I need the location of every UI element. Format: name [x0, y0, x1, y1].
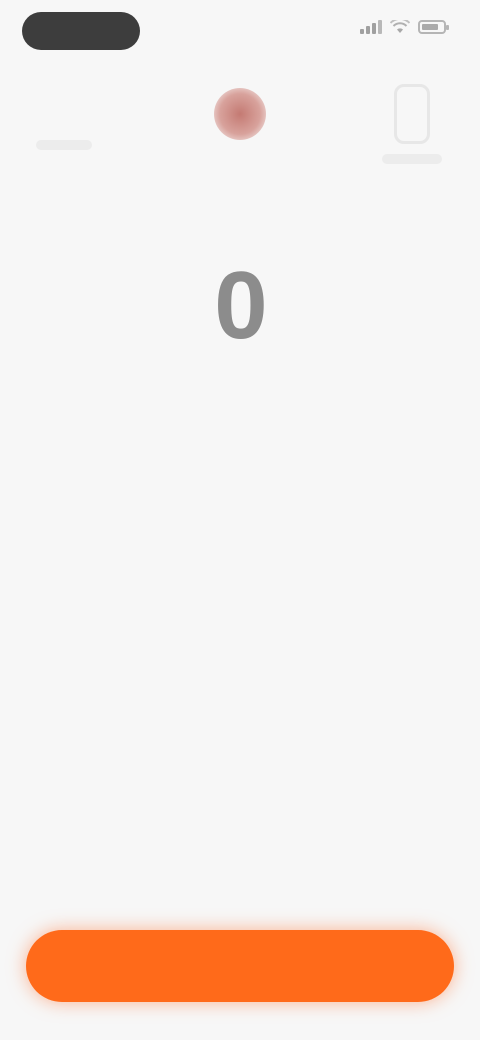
record-dot-icon	[214, 88, 266, 140]
status-time-pill	[22, 12, 140, 50]
nav-right-label-placeholder	[382, 154, 442, 164]
signal-icon	[360, 20, 382, 34]
timer-display: 0	[0, 258, 480, 374]
app-screen: 0	[0, 0, 480, 1040]
status-icons	[360, 20, 449, 34]
top-navigation	[0, 60, 480, 170]
timer-value: 0	[214, 252, 267, 359]
primary-action-button[interactable]	[26, 930, 454, 1002]
nav-left-placeholder	[36, 140, 92, 150]
empty-state	[40, 562, 440, 576]
phone-outline-icon	[394, 84, 430, 144]
battery-icon	[418, 20, 449, 34]
nav-left-item[interactable]	[18, 84, 108, 174]
record-dot-button[interactable]	[200, 74, 280, 154]
status-bar	[0, 0, 480, 64]
nav-right-item[interactable]	[372, 78, 452, 178]
wifi-icon	[390, 20, 410, 33]
